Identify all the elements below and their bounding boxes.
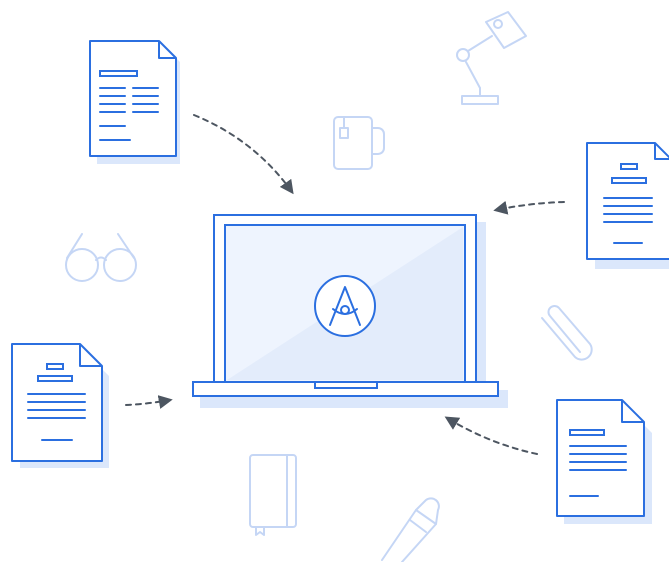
document-top-left: [89, 40, 180, 164]
paperclip-icon: [541, 305, 593, 361]
notebook-icon: [249, 454, 297, 536]
desk-lamp-icon: [456, 11, 527, 105]
illustration: [11, 11, 669, 562]
glasses-icon: [65, 233, 137, 282]
document-right: [586, 142, 669, 269]
mug-icon: [333, 116, 385, 170]
arrow-top-left: [193, 114, 294, 195]
document-bottom-right: [556, 399, 652, 524]
pen-icon: [381, 497, 440, 562]
arrow-left: [125, 395, 173, 409]
laptop: [192, 214, 508, 408]
arrow-bottom-right: [444, 416, 538, 455]
document-left: [11, 343, 109, 468]
compass-logo-icon: [314, 275, 376, 337]
arrow-right: [493, 200, 565, 215]
